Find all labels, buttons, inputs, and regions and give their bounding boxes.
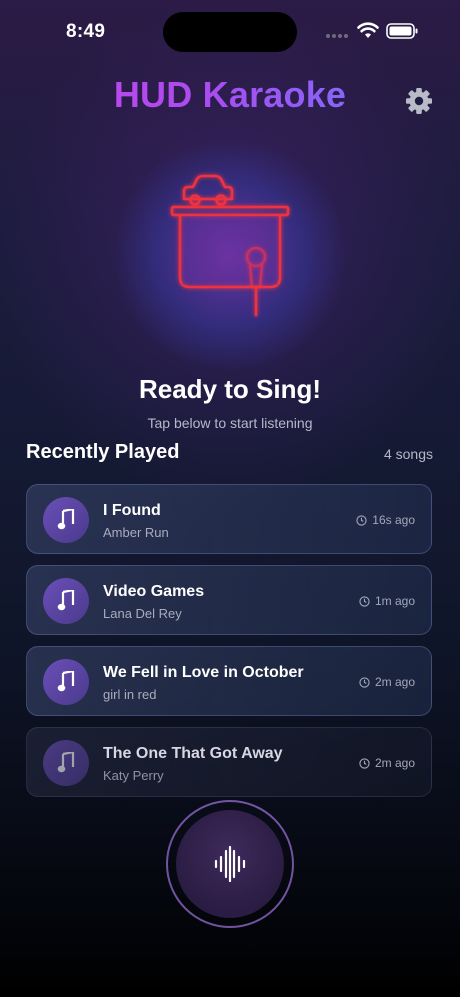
app-title: HUD Karaoke — [0, 74, 460, 116]
ready-title: Ready to Sing! — [138, 374, 321, 404]
music-note-icon — [43, 659, 89, 705]
song-played-time: 2m ago — [359, 675, 415, 689]
wifi-icon — [357, 22, 379, 38]
status-time: 8:49 — [66, 21, 106, 42]
recently-played-heading: Recently Played — [26, 441, 180, 463]
song-played-time: 1m ago — [359, 594, 415, 608]
song-artist: Amber Run — [103, 525, 169, 540]
dynamic-island — [163, 12, 297, 52]
karaoke-booth-icon — [170, 174, 290, 317]
cellular-signal-icon — [326, 34, 348, 38]
song-artist: Katy Perry — [103, 768, 164, 783]
clock-icon — [359, 757, 370, 769]
ready-subtitle: Tap below to start listening — [147, 415, 313, 431]
song-title: We Fell in Love in October — [103, 664, 304, 681]
listen-button-inner — [176, 810, 284, 918]
song-played-time: 16s ago — [356, 513, 415, 527]
song-time-label: 16s ago — [372, 513, 415, 527]
clock-icon — [356, 514, 367, 526]
clock-icon — [359, 676, 370, 688]
recently-played-list: I Found Amber Run 16s ago Video Games La… — [26, 484, 434, 808]
clock-icon — [359, 595, 370, 607]
music-note-icon — [43, 740, 89, 786]
listen-button[interactable] — [166, 800, 294, 928]
song-card[interactable]: I Found Amber Run 16s ago — [26, 484, 432, 554]
music-note-icon — [43, 497, 89, 543]
song-time-label: 2m ago — [374, 756, 415, 770]
song-played-time: 2m ago — [359, 756, 415, 770]
song-time-label: 1m ago — [374, 594, 415, 608]
song-title: I Found — [103, 502, 161, 519]
song-time-label: 2m ago — [374, 675, 415, 689]
battery-icon — [386, 23, 418, 39]
song-card[interactable]: Video Games Lana Del Rey 1m ago — [26, 565, 432, 635]
song-card[interactable]: We Fell in Love in October girl in red 2… — [26, 646, 432, 716]
music-note-icon — [43, 578, 89, 624]
song-title: The One That Got Away — [103, 745, 283, 762]
gear-icon[interactable] — [404, 86, 434, 116]
song-artist: girl in red — [103, 687, 157, 702]
status-bar: 8:49 — [0, 0, 460, 62]
song-card[interactable]: The One That Got Away Katy Perry 2m ago — [26, 727, 432, 797]
song-artist: Lana Del Rey — [103, 606, 182, 621]
song-title: Video Games — [103, 583, 205, 600]
song-count: 4 songs — [383, 446, 433, 462]
waveform-icon — [214, 846, 246, 882]
